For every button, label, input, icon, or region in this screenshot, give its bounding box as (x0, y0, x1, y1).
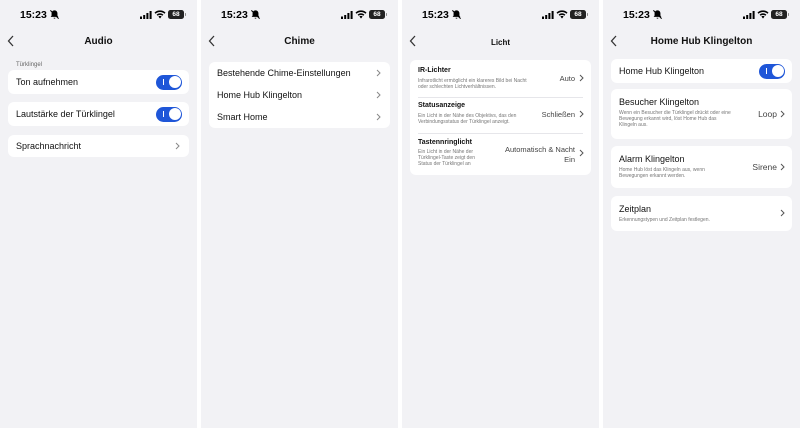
chevron-right-icon (376, 113, 381, 121)
status-bar: 15:23 68 (201, 0, 398, 30)
row-statusanzeige[interactable]: Statusanzeige Ein Licht in der Nähe des … (410, 98, 591, 133)
status-time: 15:23 (422, 9, 449, 21)
chevron-right-icon (376, 69, 381, 77)
row-value: Automatisch & Nacht (504, 145, 575, 154)
chevron-right-icon (376, 91, 381, 99)
row-label: Sprachnachricht (16, 141, 82, 151)
row-smart-home[interactable]: Smart Home (209, 106, 390, 128)
row-ton-aufnehmen: Ton aufnehmen (8, 70, 189, 94)
row-label: Home Hub Klingelton (619, 66, 705, 76)
wifi-icon (757, 10, 769, 19)
row-description: Erkennungstypen und Zeitplan festlegen. (619, 217, 710, 223)
status-time: 15:23 (20, 9, 47, 21)
licht-options-card: IR-Lichter Infrarotlicht ermöglicht ein … (410, 60, 591, 175)
row-description: oder schlechten Lichtverhältnissen. (418, 84, 497, 90)
row-home-hub-toggle: Home Hub Klingelton (611, 59, 792, 83)
row-label: Zeitplan (619, 204, 652, 214)
row-label: Ton aufnehmen (16, 77, 79, 87)
row-lautstaerke: Lautstärke der Türklingel (8, 102, 189, 126)
row-sprachnachricht[interactable]: Sprachnachricht (8, 135, 189, 157)
chevron-right-icon (780, 110, 785, 118)
row-label: Bestehende Chime-Einstellungen (217, 68, 351, 78)
battery-icon: 68 (771, 10, 789, 19)
nav-bar: Home Hub Klingelton (603, 33, 800, 51)
bell-off-icon (49, 9, 60, 20)
row-tastennringlicht[interactable]: Tastennringlicht Ein Licht in der Nähe d… (410, 134, 591, 175)
row-description: Bewegungen erkannt werden. (619, 173, 686, 179)
toggle-switch[interactable] (759, 63, 785, 79)
toggle-switch[interactable] (156, 74, 182, 90)
row-label: Tastennringlicht (418, 139, 472, 146)
row-description: Status der Türklingel an (418, 161, 471, 167)
page-title: Home Hub Klingelton (650, 36, 753, 47)
chevron-right-icon (780, 209, 785, 217)
toggle-switch[interactable] (156, 106, 182, 122)
row-home-hub-klingelton[interactable]: Home Hub Klingelton (209, 84, 390, 106)
wifi-icon (556, 10, 568, 19)
row-label: Statusanzeige (418, 102, 466, 109)
chevron-right-icon (579, 149, 584, 157)
row-value: Ein (564, 155, 575, 164)
wifi-icon (355, 10, 367, 19)
row-ir-lichter[interactable]: IR-Lichter Infrarotlicht ermöglicht ein … (410, 60, 591, 97)
home-hub-klingelton-screen: 15:23 68 Home Hub Klingelton Home Hub Kl… (603, 0, 800, 428)
chevron-right-icon (780, 163, 785, 171)
row-besucher-klingelton[interactable]: Besucher Klingelton Wenn ein Besucher di… (611, 89, 792, 139)
chime-screen: 15:23 68 Chime Bestehende Chime-Einstell… (201, 0, 398, 428)
row-zeitplan[interactable]: Zeitplan Erkennungstypen und Zeitplan fe… (611, 196, 792, 231)
audio-screen: 15:23 68 Audio Türklingel Ton aufnehmen … (0, 0, 197, 428)
nav-bar: Chime (201, 33, 398, 51)
row-description: Klingeln aus. (619, 122, 648, 128)
chevron-right-icon (579, 110, 584, 118)
status-bar: 15:23 68 (402, 0, 599, 30)
row-label: Lautstärke der Türklingel (16, 109, 115, 119)
status-bar: 15:23 68 (0, 0, 197, 30)
battery-icon: 68 (570, 10, 588, 19)
row-value: Loop (758, 109, 777, 119)
row-label: IR-Lichter (418, 67, 451, 74)
bell-off-icon (652, 9, 663, 20)
row-value: Auto (559, 74, 575, 83)
page-title: Chime (284, 36, 315, 47)
chevron-right-icon (175, 142, 180, 150)
chime-options-card: Bestehende Chime-Einstellungen Home Hub … (209, 62, 390, 128)
row-description: Verbindungsstatus der Türklingel anzeigt… (418, 119, 510, 125)
row-value: Sirene (752, 162, 777, 172)
nav-bar: Audio (0, 33, 197, 51)
row-label: Alarm Klingelton (619, 154, 685, 164)
chevron-right-icon (579, 74, 584, 82)
signal-icon (542, 11, 554, 19)
row-label: Besucher Klingelton (619, 97, 700, 107)
row-label: Smart Home (217, 112, 268, 122)
status-bar: 15:23 68 (603, 0, 800, 30)
battery-icon: 68 (168, 10, 186, 19)
section-label: Türklingel (16, 62, 43, 68)
signal-icon (341, 11, 353, 19)
row-label: Home Hub Klingelton (217, 90, 303, 100)
battery-icon: 68 (369, 10, 387, 19)
bell-off-icon (451, 9, 462, 20)
row-value: Schließen (541, 110, 575, 119)
page-title: Licht (490, 38, 511, 47)
licht-screen: 15:23 68 Licht IR-Lichter Infrarotlicht … (402, 0, 599, 428)
signal-icon (743, 11, 755, 19)
bell-off-icon (250, 9, 261, 20)
row-alarm-klingelton[interactable]: Alarm Klingelton Home Hub löst das Kling… (611, 146, 792, 188)
row-bestehende-chime[interactable]: Bestehende Chime-Einstellungen (209, 62, 390, 84)
status-time: 15:23 (221, 9, 248, 21)
wifi-icon (154, 10, 166, 19)
signal-icon (140, 11, 152, 19)
page-title: Audio (84, 36, 113, 47)
status-time: 15:23 (623, 9, 650, 21)
nav-bar: Licht (402, 33, 599, 51)
